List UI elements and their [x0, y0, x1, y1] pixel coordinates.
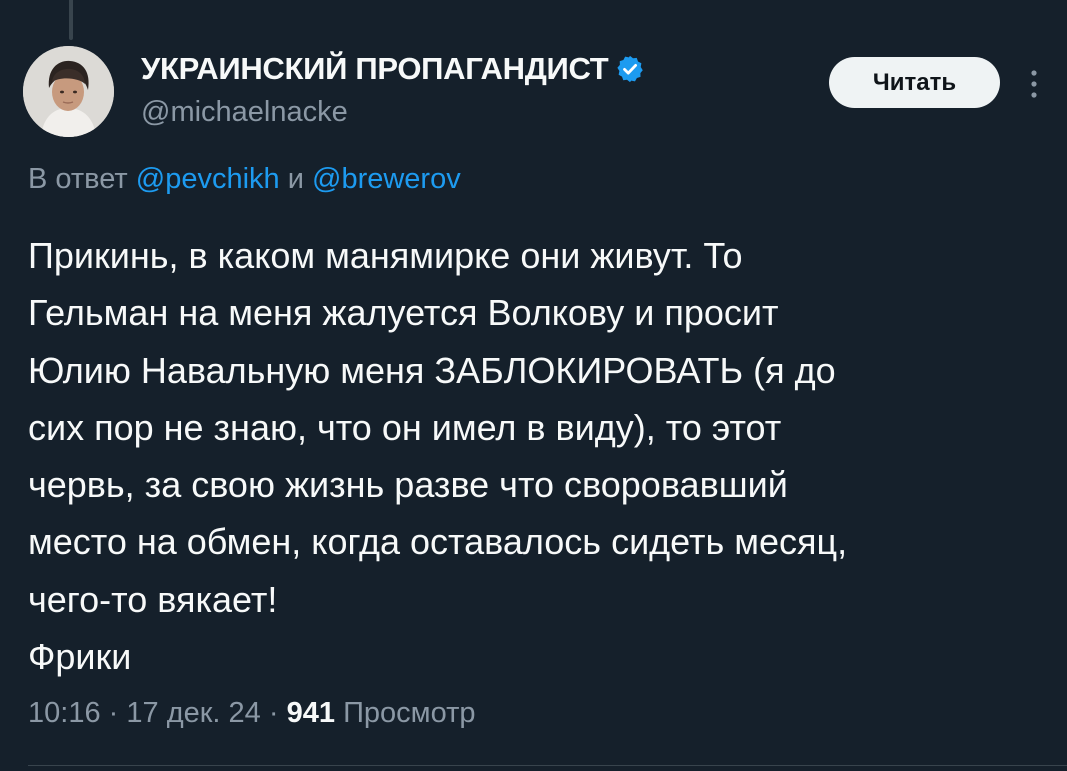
tweet-text-line: чего-то вякает! [28, 578, 278, 620]
tweet-time[interactable]: 10:16 [28, 697, 101, 729]
author-display-name[interactable]: УКРАИНСКИЙ ПРОПАГАНДИСТ [141, 51, 609, 87]
tweet-text-line: червь, за свою жизнь разве что своровавш… [28, 464, 788, 506]
views-label: Просмотр [343, 697, 476, 729]
meta-separator: · [268, 697, 279, 729]
thread-connector-line [69, 0, 73, 40]
read-button[interactable]: Читать [829, 57, 1000, 108]
tweet-date[interactable]: 17 дек. 24 [126, 697, 260, 729]
reply-conjunction: и [287, 163, 304, 195]
author-handle[interactable]: @michaelnacke [141, 96, 348, 129]
tweet-view: УКРАИНСКИЙ ПРОПАГАНДИСТ @michaelnacke Чи… [0, 0, 1067, 771]
tweet-text-line: Фрики [28, 636, 132, 678]
author-name-row[interactable]: УКРАИНСКИЙ ПРОПАГАНДИСТ [141, 51, 645, 87]
reply-mention-brewerov[interactable]: @brewerov [312, 163, 461, 195]
reply-prefix: В ответ [28, 163, 128, 195]
tweet-text-line: Гельман на меня жалуется Волкову и проси… [28, 292, 779, 334]
tweet-meta: 10:16 · 17 дек. 24 · 941 Просмотр [28, 697, 476, 730]
verified-badge-icon [617, 55, 644, 83]
reply-mention-pevchikh[interactable]: @pevchikh [136, 163, 280, 195]
tweet-text-line: сих пор не знаю, что он имел в виду), то… [28, 406, 782, 448]
reply-context: В ответ @pevchikh и @brewerov [28, 163, 461, 196]
avatar[interactable] [23, 46, 114, 137]
tweet-text-line: место на обмен, когда оставалось сидеть … [28, 521, 848, 563]
avatar-photo-icon [23, 46, 114, 137]
tweet-text: Прикинь, в каком манямирке они живут. То… [28, 227, 1048, 685]
more-options-button[interactable] [1019, 62, 1049, 106]
views-count: 941 [286, 697, 335, 729]
bottom-divider [28, 765, 1067, 766]
tweet-text-line: Юлию Навальную меня ЗАБЛОКИРОВАТЬ (я до [28, 349, 836, 391]
tweet-text-line: Прикинь, в каком манямирке они живут. То [28, 235, 743, 276]
meta-separator: · [108, 697, 119, 729]
more-vertical-icon [1031, 70, 1037, 98]
